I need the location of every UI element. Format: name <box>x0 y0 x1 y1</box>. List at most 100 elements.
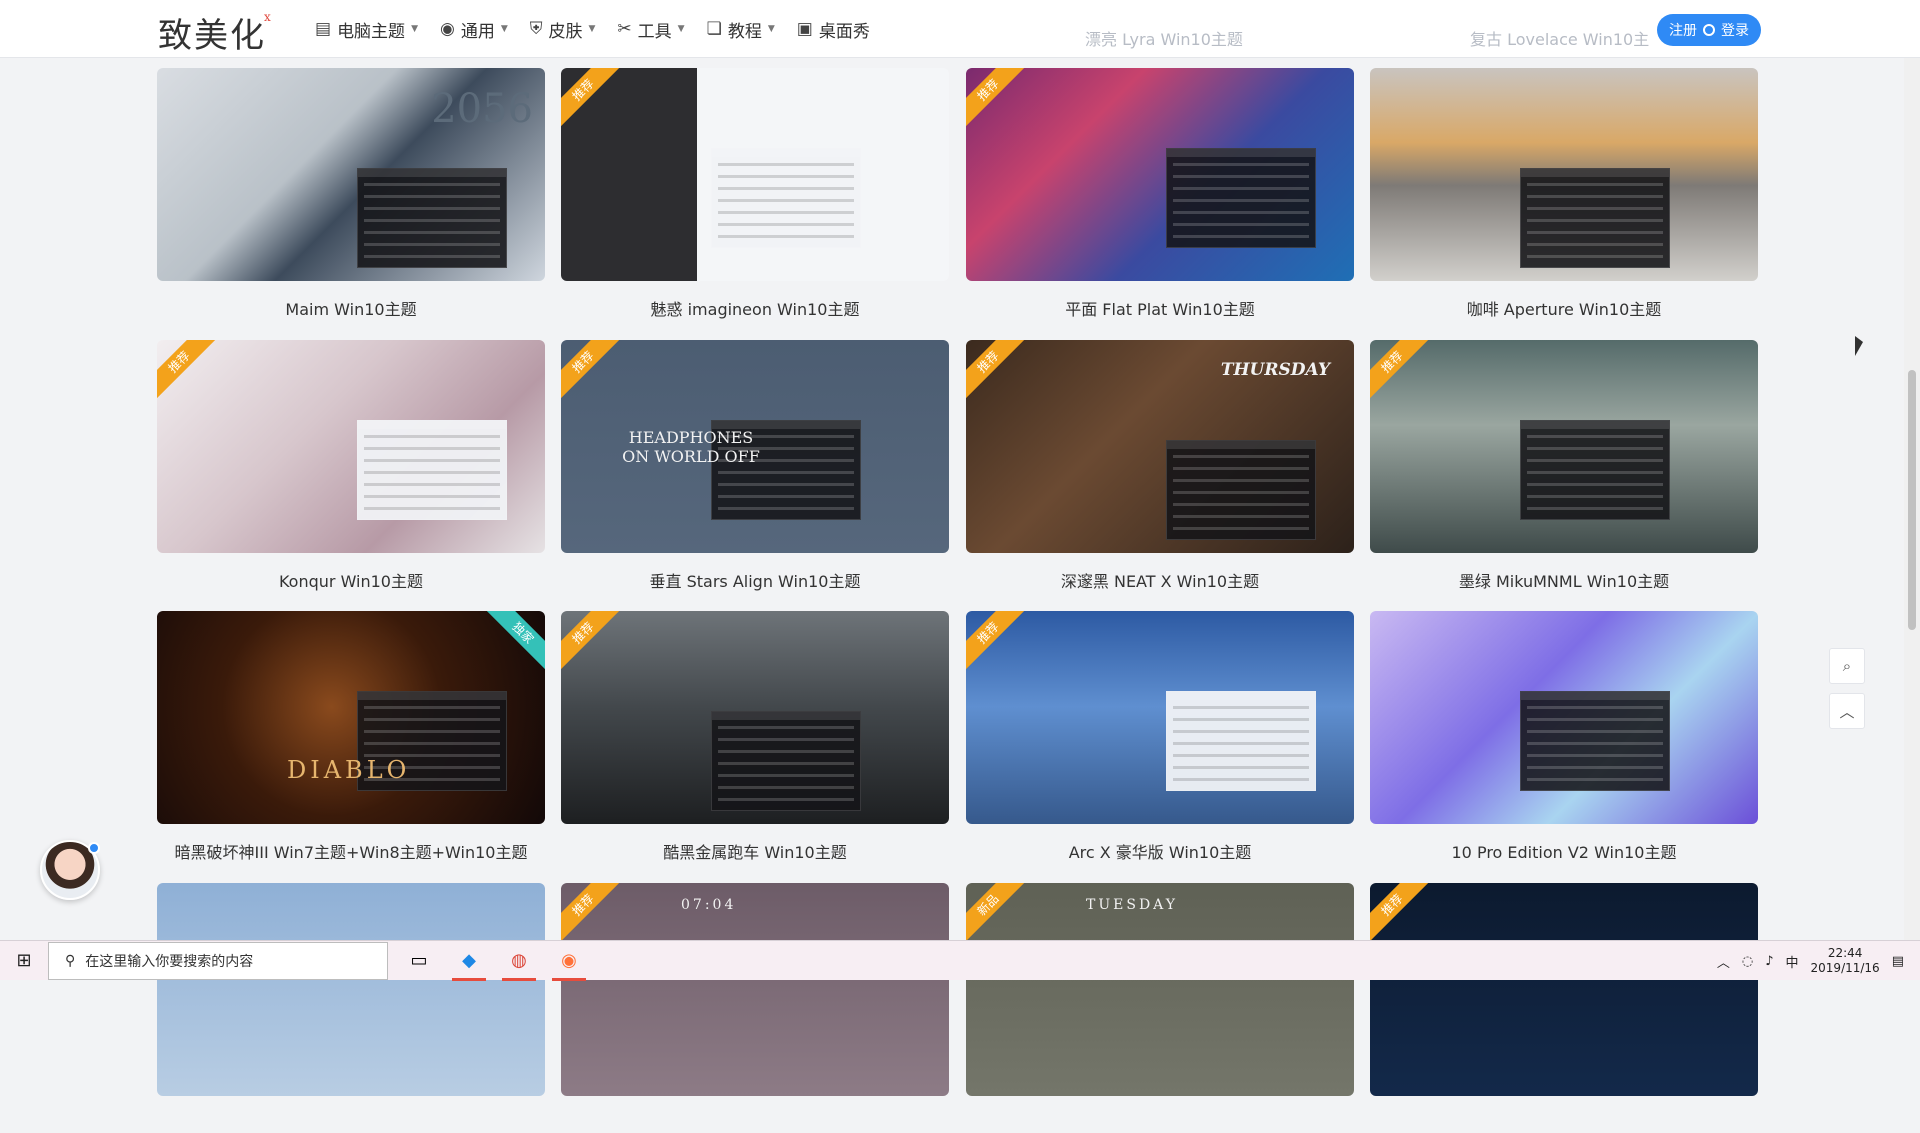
recommend-badge: 推荐 <box>1370 340 1435 405</box>
theme-thumbnail[interactable]: 推荐 <box>966 611 1354 824</box>
ime-indicator[interactable]: 中 <box>1786 952 1799 971</box>
theme-thumbnail[interactable]: 推荐 <box>966 68 1354 281</box>
theme-title[interactable]: Arc X 豪华版 Win10主题 <box>966 839 1354 862</box>
nav-item-4[interactable]: ❏ 教程 ▼ <box>707 17 775 42</box>
theme-thumbnail[interactable]: HEADPHONES ON WORLD OFF 推荐 <box>561 340 949 553</box>
network-icon[interactable]: ◌ <box>1742 954 1753 969</box>
theme-thumbnail[interactable]: 推荐 <box>1370 340 1758 553</box>
mouse-cursor-icon <box>1855 336 1863 356</box>
theme-thumbnail[interactable] <box>1370 611 1758 824</box>
theme-title[interactable]: 垂直 Stars Align Win10主题 <box>561 568 949 591</box>
browser-blue-icon: ◆ <box>462 950 476 971</box>
theme-card[interactable]: HEADPHONES ON WORLD OFF 推荐垂直 Stars Align … <box>561 340 949 591</box>
search-float-button[interactable]: ⌕ <box>1829 648 1865 684</box>
theme-title[interactable] <box>1370 1111 1758 1133</box>
thumbnail-text: 2056 <box>431 86 533 132</box>
notification-icon[interactable]: ▤ <box>1892 954 1904 969</box>
theme-card[interactable]: DIABLO 独家暗黑破坏神III Win7主题+Win8主题+Win10主题 <box>157 611 545 862</box>
monitor-icon: ▤ <box>315 19 332 39</box>
theme-thumbnail[interactable]: TUESDAY 新品 <box>966 883 1354 1096</box>
site-header: 致美化x 漂亮 Lyra Win10主题 复古 Lovelace Win10主 … <box>0 0 1920 58</box>
tray-expand-icon[interactable]: ︿ <box>1717 952 1730 971</box>
theme-card[interactable]: 推荐墨绿 MikuMNML Win10主题 <box>1370 340 1758 591</box>
back-to-top-button[interactable]: ︿ <box>1829 693 1865 729</box>
theme-card[interactable] <box>157 883 545 1133</box>
main-nav: ▤ 电脑主题 ▼ ◉ 通用 ▼ ⛨ 皮肤 ▼ ✂ 工具 ▼ ❏ 教程 ▼ ▣ 桌面秀 <box>315 0 870 58</box>
nav-label: 教程 <box>727 21 762 42</box>
theme-title[interactable]: 咖啡 Aperture Win10主题 <box>1370 296 1758 319</box>
theme-thumbnail[interactable]: DIABLO 独家 <box>157 611 545 824</box>
recommend-badge: 新品 <box>966 883 1031 948</box>
search-placeholder: 在这里输入你要搜索的内容 <box>85 953 254 970</box>
windows-start-button[interactable]: ⊞ <box>0 941 48 981</box>
taskbar-search-box[interactable]: ⚲ 在这里输入你要搜索的内容 <box>48 941 388 980</box>
recommend-badge: 推荐 <box>561 68 626 133</box>
nav-item-1[interactable]: ◉ 通用 ▼ <box>440 17 508 42</box>
theme-card[interactable]: 推荐魅惑 imagineon Win10主题 <box>561 68 949 319</box>
theme-thumbnail[interactable]: 推荐 <box>561 68 949 281</box>
scrollbar-thumb[interactable] <box>1908 370 1916 630</box>
windows-taskbar: ⊞ ⚲ 在这里输入你要搜索的内容 ▭ ◆ ◍ ◉ ︿ ◌ ♪ 中 22:44 2… <box>0 940 1920 981</box>
taskbar-app-firefox[interactable]: ◉ <box>544 941 594 981</box>
nav-item-5[interactable]: ▣ 桌面秀 <box>797 17 870 42</box>
window-preview <box>357 168 507 268</box>
theme-title[interactable]: 酷黑金属跑车 Win10主题 <box>561 839 949 862</box>
theme-title[interactable]: 暗黑破坏神III Win7主题+Win8主题+Win10主题 <box>157 839 545 862</box>
window-preview <box>1520 420 1670 520</box>
theme-card[interactable]: 推荐酷黑金属跑车 Win10主题 <box>561 611 949 862</box>
theme-thumbnail[interactable]: 2056 <box>157 68 545 281</box>
theme-title[interactable]: 深邃黑 NEAT X Win10主题 <box>966 568 1354 591</box>
taskbar-app-browser-blue[interactable]: ◆ <box>444 941 494 981</box>
theme-card[interactable]: 07:04 推荐 <box>561 883 949 1133</box>
theme-thumbnail[interactable]: 07:04 推荐 <box>561 883 949 1096</box>
theme-title[interactable]: 平面 Flat Plat Win10主题 <box>966 296 1354 319</box>
theme-card[interactable]: 推荐 Arc X 豪华版 Win10主题 <box>966 611 1354 862</box>
clock-date: 2019/11/16 <box>1810 961 1880 975</box>
search-icon: ⌕ <box>1842 657 1852 675</box>
window-preview <box>357 420 507 520</box>
search-icon: ⚲ <box>65 952 76 969</box>
login-link[interactable]: 登录 <box>1721 20 1749 40</box>
nav-item-0[interactable]: ▤ 电脑主题 ▼ <box>315 17 418 42</box>
theme-card[interactable]: TUESDAY 新品 <box>966 883 1354 1133</box>
theme-title[interactable] <box>157 1111 545 1133</box>
taskbar-app-chrome[interactable]: ◍ <box>494 941 544 981</box>
theme-thumbnail[interactable]: THURSDAY 推荐 <box>966 340 1354 553</box>
task-view-button[interactable]: ▭ <box>394 941 444 981</box>
recommend-badge: 推荐 <box>966 68 1031 133</box>
theme-thumbnail[interactable] <box>1370 68 1758 281</box>
theme-card[interactable]: 咖啡 Aperture Win10主题 <box>1370 68 1758 319</box>
site-logo[interactable]: 致美化x <box>158 8 275 57</box>
theme-thumbnail[interactable] <box>157 883 545 1096</box>
theme-title[interactable] <box>966 1111 1354 1133</box>
nav-item-2[interactable]: ⛨ 皮肤 ▼ <box>530 17 596 42</box>
theme-title[interactable]: 10 Pro Edition V2 Win10主题 <box>1370 839 1758 862</box>
taskbar-clock[interactable]: 22:44 2019/11/16 <box>1811 946 1880 976</box>
theme-thumbnail[interactable]: 推荐 <box>157 340 545 553</box>
theme-card[interactable]: 10 Pro Edition V2 Win10主题 <box>1370 611 1758 862</box>
page-scrollbar[interactable] <box>1904 0 1920 940</box>
theme-card[interactable]: 2056 Maim Win10主题 <box>157 68 545 319</box>
theme-title[interactable]: 墨绿 MikuMNML Win10主题 <box>1370 568 1758 591</box>
system-tray: ︿ ◌ ♪ 中 22:44 2019/11/16 ▤ <box>1717 941 1904 981</box>
theme-card[interactable]: 推荐 Konqur Win10主题 <box>157 340 545 591</box>
chevron-down-icon: ▼ <box>677 24 685 34</box>
recommend-badge: 推荐 <box>966 340 1031 405</box>
theme-card[interactable]: 推荐 <box>1370 883 1758 1133</box>
volume-icon[interactable]: ♪ <box>1765 954 1773 969</box>
nav-item-3[interactable]: ✂ 工具 ▼ <box>617 17 684 42</box>
register-link[interactable]: 注册 <box>1669 20 1697 40</box>
theme-title[interactable]: 魅惑 imagineon Win10主题 <box>561 296 949 319</box>
theme-title[interactable]: Konqur Win10主题 <box>157 568 545 591</box>
recommend-badge: 推荐 <box>561 340 626 405</box>
theme-card[interactable]: THURSDAY 推荐深邃黑 NEAT X Win10主题 <box>966 340 1354 591</box>
auth-button[interactable]: 注册 登录 <box>1657 14 1761 46</box>
theme-title[interactable] <box>561 1111 949 1133</box>
theme-card[interactable]: 推荐平面 Flat Plat Win10主题 <box>966 68 1354 319</box>
customer-service-avatar[interactable] <box>40 840 100 900</box>
window-preview <box>711 148 861 248</box>
theme-thumbnail[interactable]: 推荐 <box>561 611 949 824</box>
theme-title[interactable]: Maim Win10主题 <box>157 296 545 319</box>
theme-thumbnail[interactable]: 推荐 <box>1370 883 1758 1096</box>
nav-label: 桌面秀 <box>818 21 870 42</box>
